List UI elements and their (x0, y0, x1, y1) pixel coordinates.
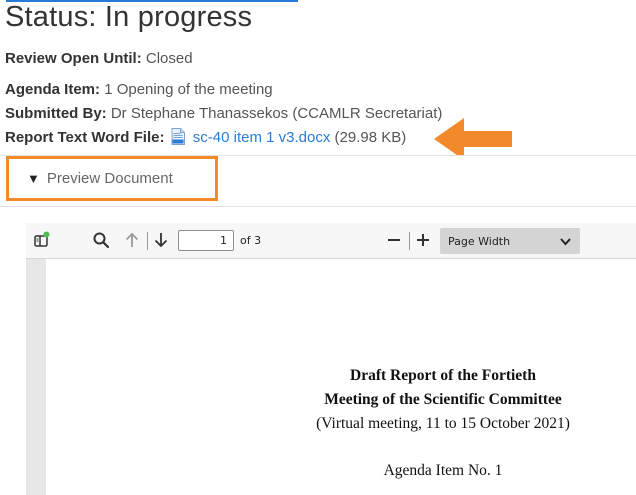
docx-file-icon[interactable] (171, 128, 185, 145)
previous-page-icon[interactable] (121, 229, 143, 251)
submitted-by: Submitted By: Dr Stephane Thanassekos (C… (5, 104, 442, 124)
agenda-item: Agenda Item: 1 Opening of the meeting (5, 80, 273, 100)
review-open-until: Review Open Until: Closed (5, 49, 193, 69)
viewer-side-strip (26, 259, 46, 495)
toolbar-separator (409, 232, 410, 250)
submitted-value: Dr Stephane Thanassekos (CCAMLR Secretar… (110, 105, 443, 122)
viewer-toolbar: of 3 Page Width (26, 223, 636, 259)
document-viewer: of 3 Page Width Draft Report of th (26, 223, 636, 495)
page-count: of 3 (240, 234, 262, 247)
triangle-down-icon: ▼ (27, 171, 40, 186)
zoom-out-icon[interactable] (383, 229, 405, 251)
agenda-label: Agenda Item: (5, 81, 101, 98)
search-icon[interactable] (90, 229, 112, 251)
report-label: Report Text Word File: (5, 129, 165, 146)
zoom-select[interactable]: Page Width (440, 228, 580, 254)
agenda-value: 1 Opening of the meeting (104, 81, 273, 98)
zoom-select-value: Page Width (448, 234, 511, 248)
document-page: Draft Report of the Fortieth Meeting of … (46, 259, 636, 495)
page-title: Status: In progress (5, 1, 253, 33)
page-number-input[interactable] (178, 230, 234, 251)
sidebar-toggle-icon[interactable] (30, 229, 52, 251)
report-file-link[interactable]: sc-40 item 1 v3.docx (193, 129, 331, 146)
report-text-word-file: Report Text Word File: sc-40 item 1 v3.d… (5, 128, 406, 148)
preview-document-toggle[interactable]: ▼ Preview Document (6, 156, 218, 201)
review-label: Review Open Until: (5, 50, 142, 67)
preview-document-label: Preview Document (46, 170, 173, 187)
toolbar-separator (147, 232, 148, 250)
document-scroll-area[interactable]: Draft Report of the Fortieth Meeting of … (26, 259, 636, 495)
document-agenda-item: Agenda Item No. 1 (383, 462, 503, 479)
zoom-in-icon[interactable] (412, 229, 434, 251)
chevron-down-icon (560, 236, 571, 249)
document-subtitle: (Virtual meeting, 11 to 15 October 2021) (316, 415, 570, 432)
next-page-icon[interactable] (150, 229, 172, 251)
document-title-line-2: Meeting of the Scientific Committee (324, 391, 562, 408)
report-file-size: (29.98 KB) (334, 129, 407, 146)
review-value: Closed (145, 50, 193, 67)
document-title-line-1: Draft Report of the Fortieth (350, 367, 536, 384)
submitted-label: Submitted By: (5, 105, 107, 122)
